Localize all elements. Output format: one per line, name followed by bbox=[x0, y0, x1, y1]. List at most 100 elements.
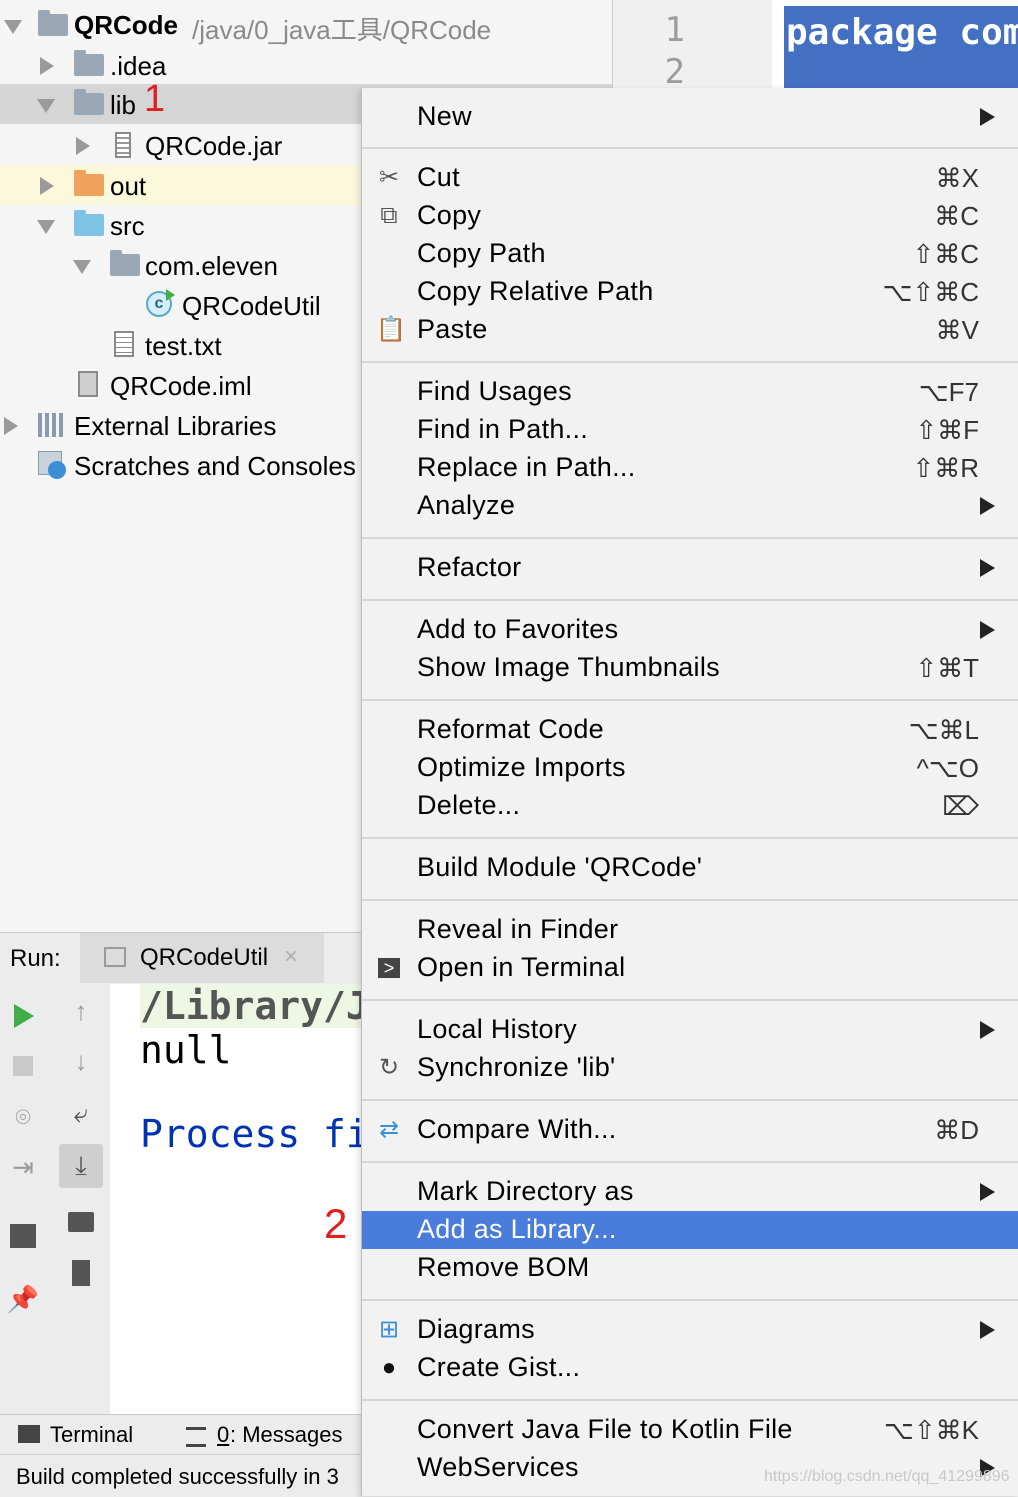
chevron-down-icon[interactable] bbox=[4, 20, 22, 34]
chevron-right-icon[interactable] bbox=[4, 417, 18, 435]
annotation-marker-1: 1 bbox=[144, 78, 166, 120]
menu-item-add-as-library[interactable]: Add as Library... bbox=[362, 1211, 1018, 1249]
close-icon[interactable]: × bbox=[284, 943, 298, 971]
arrow-down-icon[interactable]: ↓ bbox=[61, 1046, 101, 1077]
menu-item-reveal-in-finder[interactable]: Reveal in Finder bbox=[362, 911, 1018, 949]
chevron-right-icon[interactable] bbox=[40, 177, 54, 195]
submenu-arrow-icon bbox=[980, 497, 995, 515]
submenu-arrow-icon bbox=[980, 1321, 995, 1339]
soft-wrap-icon[interactable]: ⤶ bbox=[61, 1098, 101, 1130]
menu-item-open-in-terminal[interactable]: > Open in Terminal bbox=[362, 949, 1018, 987]
clock-icon bbox=[48, 461, 66, 479]
menu-item-replace-in-path[interactable]: Replace in Path... ⇧⌘R bbox=[362, 449, 1018, 487]
menu-item-label: Cut bbox=[417, 162, 460, 192]
bottom-tool-tabs: Terminal 0 : Messages bbox=[0, 1414, 362, 1455]
copy-icon: ⧉ bbox=[380, 202, 398, 229]
menu-item-label: Remove BOM bbox=[417, 1252, 590, 1282]
menu-item-label: Compare With... bbox=[417, 1114, 617, 1144]
line-number: 2 bbox=[664, 52, 685, 92]
menu-item-label: Find Usages bbox=[417, 376, 572, 406]
submenu-arrow-icon bbox=[980, 108, 995, 126]
chevron-down-icon[interactable] bbox=[37, 99, 55, 113]
pin-icon[interactable]: 📌 bbox=[3, 1284, 43, 1315]
menu-item-label: Delete... bbox=[417, 790, 521, 820]
menu-item-remove-bom[interactable]: Remove BOM bbox=[362, 1249, 1018, 1287]
menu-item-label: Refactor bbox=[417, 552, 522, 582]
menu-item-new[interactable]: New bbox=[362, 98, 1018, 136]
stop-icon[interactable] bbox=[13, 1056, 33, 1076]
menu-separator bbox=[362, 899, 1018, 901]
arrow-up-icon[interactable]: ↑ bbox=[61, 996, 101, 1027]
menu-item-create-gist[interactable]: ● Create Gist... bbox=[362, 1349, 1018, 1387]
menu-item-find-in-path[interactable]: Find in Path... ⇧⌘F bbox=[362, 411, 1018, 449]
menu-item-synchronize[interactable]: ↻ Synchronize 'lib' bbox=[362, 1049, 1018, 1087]
restore-layout-icon[interactable]: ⇥ bbox=[3, 1152, 43, 1183]
menu-item-label: Show Image Thumbnails bbox=[417, 652, 720, 682]
menu-item-mark-directory-as[interactable]: Mark Directory as bbox=[362, 1173, 1018, 1211]
menu-item-label: Copy Path bbox=[417, 238, 546, 268]
menu-item-add-to-favorites[interactable]: Add to Favorites bbox=[362, 611, 1018, 649]
terminal-tab[interactable]: Terminal bbox=[10, 1415, 150, 1455]
console-output[interactable]: /Library/J null Process fi 2 bbox=[110, 984, 362, 1414]
menu-item-delete[interactable]: Delete... ⌦ bbox=[362, 787, 1018, 825]
jar-icon bbox=[115, 132, 131, 158]
chevron-down-icon[interactable] bbox=[37, 220, 55, 234]
menu-separator bbox=[362, 1099, 1018, 1101]
code-line-selected[interactable]: package com bbox=[784, 6, 1018, 90]
messages-tab[interactable]: 0 : Messages bbox=[180, 1415, 362, 1455]
chevron-right-icon[interactable] bbox=[40, 57, 54, 75]
context-menu: New ✂ Cut ⌘X ⧉ Copy ⌘C Copy Path ⇧⌘C Cop… bbox=[361, 88, 1018, 1496]
scroll-to-end-button[interactable]: ⤓ bbox=[59, 1144, 103, 1188]
menu-item-label: Diagrams bbox=[417, 1314, 535, 1344]
menu-item-copy[interactable]: ⧉ Copy ⌘C bbox=[362, 197, 1018, 235]
menu-item-reformat-code[interactable]: Reformat Code ⌥⌘L bbox=[362, 711, 1018, 749]
project-name: QRCode bbox=[74, 10, 178, 40]
tree-item-label: Scratches and Consoles bbox=[74, 451, 356, 481]
messages-tab-key: 0 bbox=[217, 1422, 230, 1447]
menu-item-shortcut: ⌦ bbox=[942, 791, 979, 821]
menu-item-paste[interactable]: 📋 Paste ⌘V bbox=[362, 311, 1018, 349]
camera-icon[interactable]: ⌾ bbox=[3, 1102, 43, 1134]
menu-item-shortcut: ⌥⇧⌘K bbox=[883, 1415, 979, 1445]
scroll-to-end-icon: ⤓ bbox=[75, 1150, 87, 1180]
tree-root[interactable]: QRCode /java/0_java工具/QRCode bbox=[0, 5, 612, 45]
source-folder-icon bbox=[74, 210, 104, 236]
menu-item-analyze[interactable]: Analyze bbox=[362, 487, 1018, 525]
menu-item-label: New bbox=[417, 101, 472, 131]
menu-item-show-image-thumbnails[interactable]: Show Image Thumbnails ⇧⌘T bbox=[362, 649, 1018, 687]
tree-item-label: External Libraries bbox=[74, 411, 277, 441]
menu-item-diagrams[interactable]: ⊞ Diagrams bbox=[362, 1311, 1018, 1349]
diagram-icon: ⊞ bbox=[378, 1316, 400, 1343]
sync-icon: ↻ bbox=[378, 1054, 400, 1081]
menu-item-shortcut: ⌥⇧⌘C bbox=[882, 277, 979, 307]
chevron-right-icon[interactable] bbox=[76, 137, 90, 155]
menu-item-refactor[interactable]: Refactor bbox=[362, 549, 1018, 587]
menu-separator bbox=[362, 147, 1018, 149]
tree-item-idea[interactable]: .idea bbox=[0, 45, 612, 85]
menu-item-compare-with[interactable]: ⇄ Compare With... ⌘D bbox=[362, 1111, 1018, 1149]
menu-item-label: Paste bbox=[417, 314, 488, 344]
menu-separator bbox=[362, 999, 1018, 1001]
layout-icon[interactable] bbox=[10, 1224, 36, 1248]
menu-item-cut[interactable]: ✂ Cut ⌘X bbox=[362, 159, 1018, 197]
console-line: Process fi bbox=[140, 1112, 362, 1156]
menu-item-find-usages[interactable]: Find Usages ⌥F7 bbox=[362, 373, 1018, 411]
menu-item-optimize-imports[interactable]: Optimize Imports ^⌥O bbox=[362, 749, 1018, 787]
menu-item-copy-relative-path[interactable]: Copy Relative Path ⌥⇧⌘C bbox=[362, 273, 1018, 311]
module-file-icon bbox=[78, 371, 98, 397]
trash-icon[interactable] bbox=[72, 1260, 90, 1286]
menu-item-local-history[interactable]: Local History bbox=[362, 1011, 1018, 1049]
menu-item-label: Reveal in Finder bbox=[417, 914, 619, 944]
menu-item-label: Analyze bbox=[417, 490, 516, 520]
menu-item-copy-path[interactable]: Copy Path ⇧⌘C bbox=[362, 235, 1018, 273]
status-bar: Build completed successfully in 3 bbox=[0, 1454, 362, 1497]
menu-item-convert-to-kotlin[interactable]: Convert Java File to Kotlin File ⌥⇧⌘K bbox=[362, 1411, 1018, 1449]
module-folder-icon bbox=[38, 10, 68, 36]
run-tab[interactable]: QRCodeUtil × bbox=[80, 933, 324, 983]
menu-item-shortcut: ⇧⌘T bbox=[915, 653, 979, 683]
run-icon[interactable] bbox=[14, 1004, 34, 1028]
menu-item-build-module[interactable]: Build Module 'QRCode' bbox=[362, 849, 1018, 887]
run-marker-icon bbox=[166, 289, 175, 301]
print-icon[interactable] bbox=[68, 1212, 94, 1232]
chevron-down-icon[interactable] bbox=[73, 260, 91, 274]
